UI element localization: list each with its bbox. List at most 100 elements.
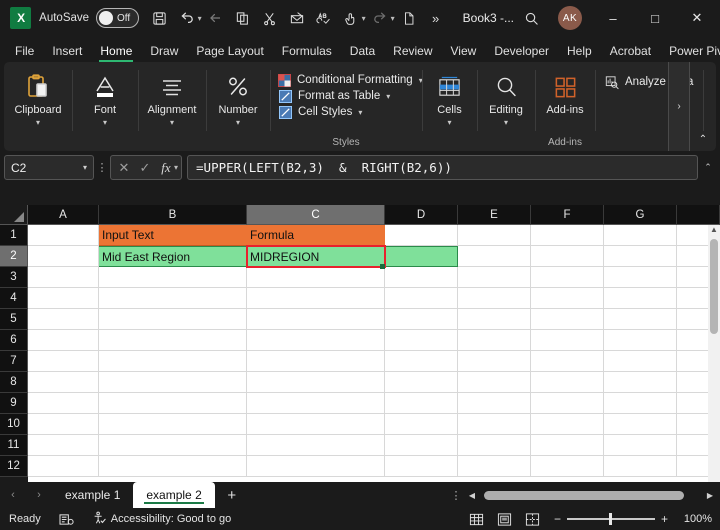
vertical-scrollbar[interactable]: ▲ <box>708 225 720 482</box>
cell-f12[interactable] <box>531 456 604 477</box>
copy-icon[interactable] <box>230 5 256 31</box>
expand-formula-bar-icon[interactable]: ⌃ <box>700 162 716 173</box>
record-macro-icon[interactable] <box>50 513 83 526</box>
alignment-dropdown-icon[interactable]: ▾ <box>170 119 174 127</box>
search-icon[interactable] <box>514 3 548 33</box>
cell-c1[interactable]: Formula <box>247 225 385 246</box>
cell-g1[interactable] <box>604 225 677 246</box>
column-header-g[interactable]: G <box>604 205 677 225</box>
cell-b10[interactable] <box>99 414 247 435</box>
vertical-scroll-thumb[interactable] <box>710 239 718 334</box>
cell-styles-button[interactable]: Cell Styles ▾ <box>278 105 414 119</box>
font-button[interactable]: Font ▾ <box>72 67 138 127</box>
cell-a6[interactable] <box>28 330 99 351</box>
cell-f6[interactable] <box>531 330 604 351</box>
cell-g2[interactable] <box>604 246 677 267</box>
function-dropdown-icon[interactable]: ▾ <box>174 163 178 172</box>
cell-d12[interactable] <box>385 456 458 477</box>
tab-formulas[interactable]: Formulas <box>273 41 341 62</box>
formula-bar-handle[interactable]: ⋮ <box>96 161 108 174</box>
cell-e7[interactable] <box>458 351 531 372</box>
cell-g8[interactable] <box>604 372 677 393</box>
row-header-12[interactable]: 12 <box>0 456 28 477</box>
fill-handle[interactable] <box>380 264 385 269</box>
horizontal-scrollbar[interactable]: ◀ ▶ <box>466 488 716 502</box>
adobe-acrobat-button[interactable]: Ado Acrob <box>703 67 716 130</box>
cell-b11[interactable] <box>99 435 247 456</box>
cell-d3[interactable] <box>385 267 458 288</box>
minimize-button[interactable]: – <box>592 1 634 35</box>
cell-g11[interactable] <box>604 435 677 456</box>
tab-acrobat[interactable]: Acrobat <box>601 41 660 62</box>
cell-d8[interactable] <box>385 372 458 393</box>
format-painter-icon[interactable] <box>284 5 310 31</box>
enter-icon[interactable]: ✓ <box>135 157 155 178</box>
sheet-tab-example-1[interactable]: example 1 <box>52 482 133 508</box>
row-header-10[interactable]: 10 <box>0 414 28 435</box>
cut-icon[interactable] <box>257 5 283 31</box>
spelling-icon[interactable] <box>311 5 337 31</box>
undo-dropdown-icon[interactable]: ▾ <box>198 14 202 23</box>
cell-f3[interactable] <box>531 267 604 288</box>
cell-f1[interactable] <box>531 225 604 246</box>
zoom-value[interactable]: 100% <box>674 513 712 525</box>
insert-function-icon[interactable]: fx <box>156 157 176 178</box>
column-header-e[interactable]: E <box>458 205 531 225</box>
more-commands-button[interactable]: » <box>423 5 449 31</box>
cancel-icon[interactable]: ✕ <box>114 157 134 178</box>
cell-b8[interactable] <box>99 372 247 393</box>
cell-c2[interactable]: MIDREGION <box>247 246 385 267</box>
editing-dropdown-icon[interactable]: ▾ <box>504 119 508 127</box>
row-header-9[interactable]: 9 <box>0 393 28 414</box>
cell-a1[interactable] <box>28 225 99 246</box>
cell-e6[interactable] <box>458 330 531 351</box>
row-header-4[interactable]: 4 <box>0 288 28 309</box>
cells-dropdown-icon[interactable]: ▾ <box>447 119 451 127</box>
cell-c7[interactable] <box>247 351 385 372</box>
row-header-11[interactable]: 11 <box>0 435 28 456</box>
name-box[interactable]: C2 ▾ <box>4 155 94 180</box>
cell-e1[interactable] <box>458 225 531 246</box>
column-header-f[interactable]: F <box>531 205 604 225</box>
page-layout-icon[interactable] <box>492 510 518 528</box>
cell-d2[interactable] <box>385 246 458 267</box>
column-header-b[interactable]: B <box>99 205 247 225</box>
cell-d5[interactable] <box>385 309 458 330</box>
cell-e3[interactable] <box>458 267 531 288</box>
add-sheet-button[interactable]: + <box>215 487 249 504</box>
cell-f4[interactable] <box>531 288 604 309</box>
scroll-up-icon[interactable]: ▲ <box>708 225 720 238</box>
cell-b5[interactable] <box>99 309 247 330</box>
zoom-in-button[interactable]: + <box>661 512 668 526</box>
cell-g9[interactable] <box>604 393 677 414</box>
accessibility-status[interactable]: Accessibility: Good to go <box>83 511 240 528</box>
cell-f2[interactable] <box>531 246 604 267</box>
cell-e9[interactable] <box>458 393 531 414</box>
tab-developer[interactable]: Developer <box>485 41 558 62</box>
scroll-left-icon[interactable]: ◀ <box>466 491 478 500</box>
column-header-d[interactable]: D <box>385 205 458 225</box>
cell-a12[interactable] <box>28 456 99 477</box>
tab-help[interactable]: Help <box>558 41 601 62</box>
font-dropdown-icon[interactable]: ▾ <box>103 119 107 127</box>
name-box-dropdown-icon[interactable]: ▾ <box>83 163 87 172</box>
cell-e12[interactable] <box>458 456 531 477</box>
cell-b3[interactable] <box>99 267 247 288</box>
save-icon[interactable] <box>147 5 173 31</box>
format-as-table-dropdown-icon[interactable]: ▾ <box>386 92 390 101</box>
tab-home[interactable]: Home <box>91 41 141 62</box>
sheet-bar-handle[interactable]: ⋮ <box>448 489 464 502</box>
cell-f10[interactable] <box>531 414 604 435</box>
cell-a5[interactable] <box>28 309 99 330</box>
clipboard-button[interactable]: Clipboard ▾ <box>4 67 72 127</box>
cell-d10[interactable] <box>385 414 458 435</box>
row-header-6[interactable]: 6 <box>0 330 28 351</box>
cell-f9[interactable] <box>531 393 604 414</box>
row-header-3[interactable]: 3 <box>0 267 28 288</box>
format-as-table-button[interactable]: Format as Table ▾ <box>278 89 414 103</box>
cell-g4[interactable] <box>604 288 677 309</box>
cell-d1[interactable] <box>385 225 458 246</box>
ribbon-collapse-button[interactable]: ⌃ <box>694 131 712 147</box>
cell-c9[interactable] <box>247 393 385 414</box>
cell-g6[interactable] <box>604 330 677 351</box>
